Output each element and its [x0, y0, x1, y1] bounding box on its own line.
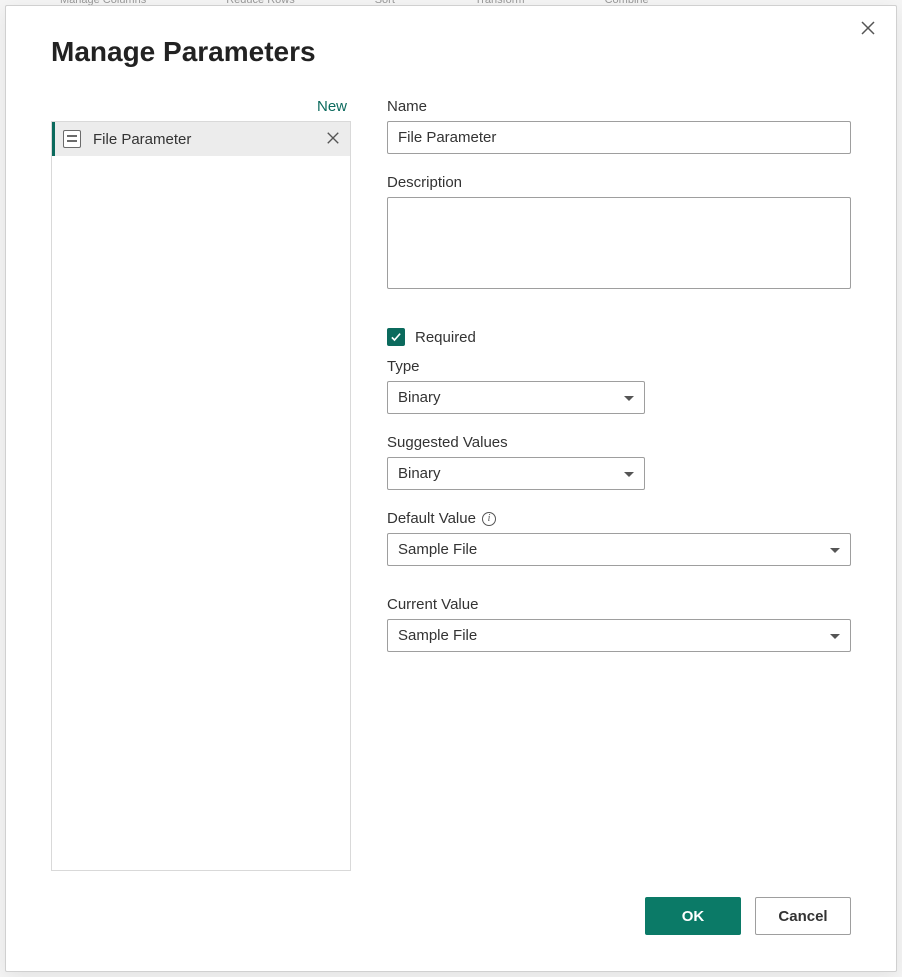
type-select-value: Binary	[398, 389, 441, 406]
required-checkbox[interactable]	[387, 328, 405, 346]
chevron-down-icon	[624, 472, 634, 477]
chevron-down-icon	[830, 634, 840, 639]
parameter-form: Name Description Required Type Binary	[387, 98, 851, 871]
dialog-title: Manage Parameters	[51, 36, 316, 68]
current-value-select[interactable]: Sample File	[387, 619, 851, 652]
parameter-list-item[interactable]: File Parameter	[52, 122, 350, 156]
default-value-label: Default Value i	[387, 510, 851, 527]
description-label: Description	[387, 174, 851, 191]
delete-parameter-button[interactable]	[326, 131, 342, 147]
parameter-list: File Parameter	[51, 121, 351, 871]
parameter-list-pane: New File Parameter	[51, 98, 351, 871]
parameter-item-label: File Parameter	[93, 131, 314, 148]
name-label: Name	[387, 98, 851, 115]
close-icon	[860, 20, 876, 36]
current-value-select-value: Sample File	[398, 627, 477, 644]
current-value-label: Current Value	[387, 596, 851, 613]
default-value-select[interactable]: Sample File	[387, 533, 851, 566]
required-label: Required	[415, 329, 476, 346]
default-value-select-value: Sample File	[398, 541, 477, 558]
manage-parameters-dialog: Manage Parameters New File Parameter	[5, 5, 897, 972]
dialog-footer: OK Cancel	[645, 897, 851, 935]
parameter-icon	[63, 130, 81, 148]
chevron-down-icon	[624, 396, 634, 401]
cancel-button[interactable]: Cancel	[755, 897, 851, 935]
suggested-values-select[interactable]: Binary	[387, 457, 645, 490]
description-textarea[interactable]	[387, 197, 851, 289]
name-input[interactable]	[387, 121, 851, 154]
close-button[interactable]	[854, 14, 882, 42]
new-parameter-link[interactable]: New	[317, 98, 347, 115]
info-icon: i	[482, 512, 496, 526]
ok-button[interactable]: OK	[645, 897, 741, 935]
suggested-values-select-value: Binary	[398, 465, 441, 482]
close-icon	[326, 131, 340, 145]
suggested-values-label: Suggested Values	[387, 434, 645, 451]
check-icon	[390, 331, 402, 343]
type-label: Type	[387, 358, 645, 375]
chevron-down-icon	[830, 548, 840, 553]
type-select[interactable]: Binary	[387, 381, 645, 414]
